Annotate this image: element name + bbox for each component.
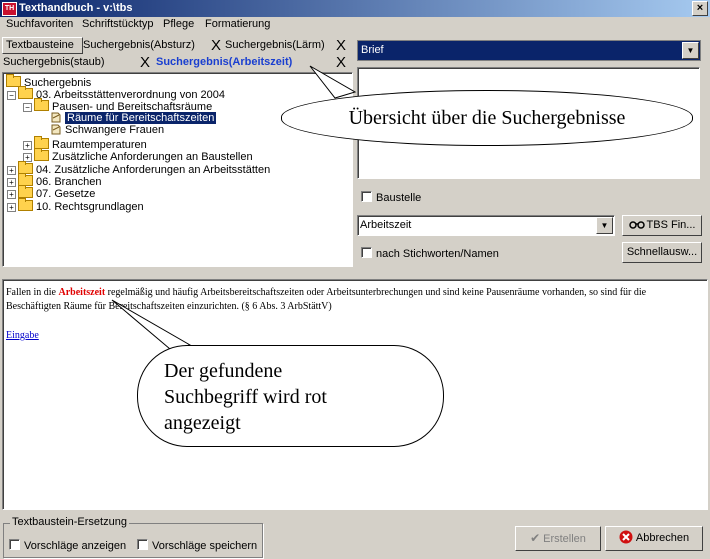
- erstellen-button[interactable]: ✔ Erstellen: [515, 526, 601, 551]
- vorschlaege-speichern-checkbox[interactable]: Vorschläge speichern: [137, 539, 257, 552]
- cancel-icon: [619, 530, 633, 544]
- callout-overview: Übersicht über die Suchergebnisse: [281, 90, 693, 146]
- callout-highlight: Der gefundene Suchbegriff wird rot angez…: [137, 345, 444, 447]
- callout-pointers: [111, 65, 357, 350]
- ersetzung-group: Textbaustein-Ersetzung Vorschläge anzeig…: [3, 516, 263, 558]
- checkmark-icon: ✔: [530, 531, 541, 545]
- vorschlaege-anzeigen-checkbox[interactable]: Vorschläge anzeigen: [9, 539, 126, 552]
- checkbox-icon: [137, 539, 148, 550]
- checkbox-icon: [9, 539, 20, 550]
- abbrechen-button[interactable]: Abbrechen: [605, 526, 703, 551]
